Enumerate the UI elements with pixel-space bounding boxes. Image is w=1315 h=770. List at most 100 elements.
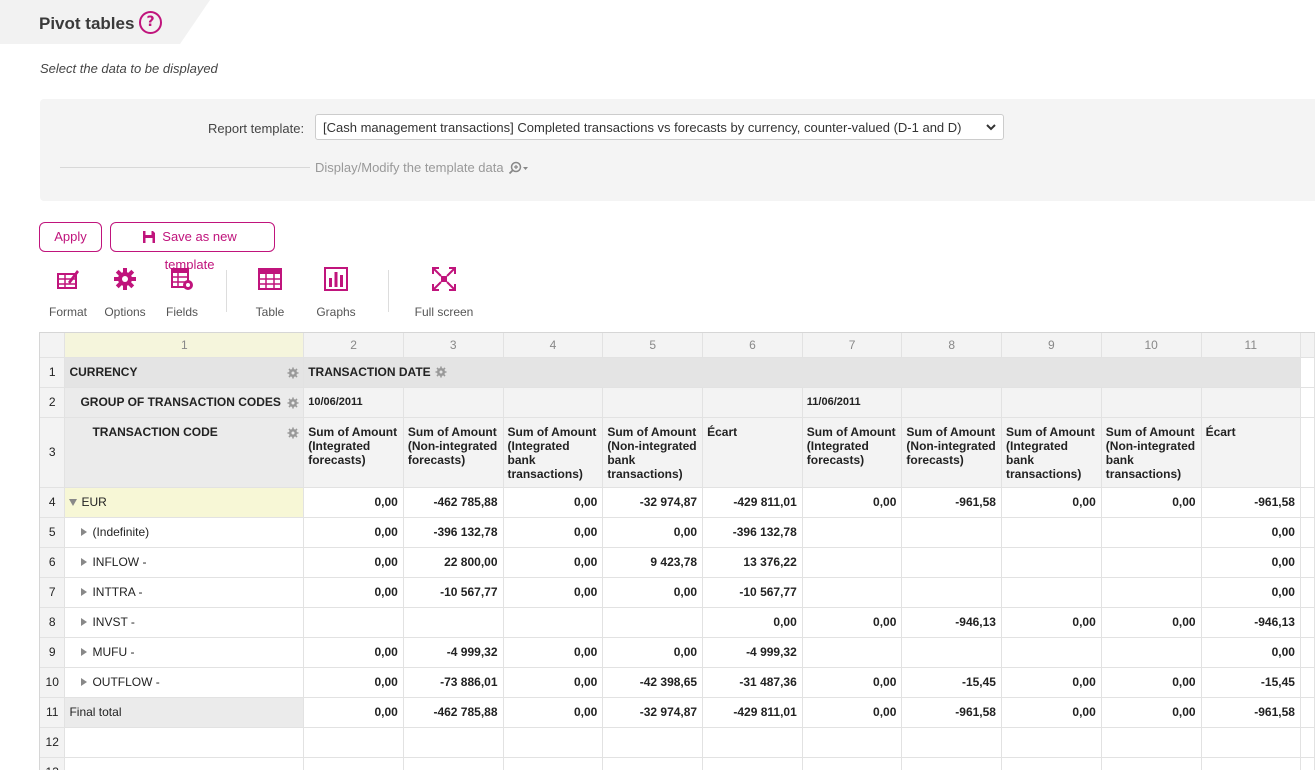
row-label[interactable]: INVST - bbox=[64, 607, 305, 638]
value-cell[interactable]: 0,00 bbox=[602, 517, 704, 548]
save-as-new-template-button[interactable]: Save as new template bbox=[110, 222, 275, 272]
value-cell[interactable]: -946,13 bbox=[1201, 607, 1301, 638]
value-cell[interactable]: -10 567,77 bbox=[702, 577, 803, 608]
column-number[interactable]: 1 bbox=[64, 333, 305, 358]
empty-cell[interactable] bbox=[1201, 727, 1301, 758]
value-cell[interactable] bbox=[1001, 547, 1102, 578]
value-cell[interactable] bbox=[1101, 577, 1202, 608]
gear-icon[interactable] bbox=[287, 427, 299, 439]
value-cell[interactable]: -462 785,88 bbox=[403, 487, 504, 518]
report-template-select[interactable]: [Cash management transactions] Completed… bbox=[315, 114, 1004, 140]
value-cell[interactable] bbox=[1101, 517, 1202, 548]
value-cell[interactable]: 0,00 bbox=[303, 637, 404, 668]
value-cell[interactable]: -15,45 bbox=[1201, 667, 1301, 698]
row-label[interactable]: MUFU - bbox=[64, 637, 305, 668]
column-number[interactable]: 5 bbox=[602, 333, 704, 358]
value-cell[interactable]: 0,00 bbox=[303, 547, 404, 578]
value-cell[interactable]: 0,00 bbox=[503, 667, 604, 698]
row-number[interactable]: 6 bbox=[40, 547, 66, 578]
value-cell[interactable]: 0,00 bbox=[503, 637, 604, 668]
value-cell[interactable]: -429 811,01 bbox=[702, 697, 803, 728]
empty-cell[interactable] bbox=[602, 727, 704, 758]
value-cell[interactable]: -15,45 bbox=[901, 667, 1002, 698]
expand-icon[interactable] bbox=[81, 648, 88, 656]
apply-button[interactable]: Apply bbox=[39, 222, 102, 252]
value-cell[interactable]: -396 132,78 bbox=[702, 517, 803, 548]
value-cell[interactable]: -946,13 bbox=[901, 607, 1002, 638]
fields-tool[interactable]: Fields bbox=[162, 266, 202, 319]
value-cell[interactable] bbox=[901, 517, 1002, 548]
help-icon[interactable]: ? bbox=[139, 11, 162, 34]
empty-cell[interactable] bbox=[1101, 727, 1202, 758]
value-cell[interactable] bbox=[901, 577, 1002, 608]
value-cell[interactable]: 0,00 bbox=[802, 697, 903, 728]
expand-icon[interactable] bbox=[81, 558, 88, 566]
value-cell[interactable]: -961,58 bbox=[1201, 697, 1301, 728]
empty-cell[interactable] bbox=[702, 727, 803, 758]
value-cell[interactable] bbox=[901, 637, 1002, 668]
value-cell[interactable]: 0,00 bbox=[1201, 637, 1301, 668]
value-cell[interactable]: 0,00 bbox=[503, 487, 604, 518]
row-label[interactable]: INTTRA - bbox=[64, 577, 305, 608]
column-number[interactable]: 11 bbox=[1201, 333, 1301, 358]
display-template-data-link[interactable]: Display/Modify the template data bbox=[315, 160, 530, 175]
value-cell[interactable] bbox=[1001, 637, 1102, 668]
empty-cell[interactable] bbox=[64, 727, 305, 758]
empty-cell[interactable] bbox=[303, 757, 404, 770]
empty-cell[interactable] bbox=[503, 757, 604, 770]
value-cell[interactable]: 9 423,78 bbox=[602, 547, 704, 578]
value-cell[interactable]: -396 132,78 bbox=[403, 517, 504, 548]
row-number[interactable]: 10 bbox=[40, 667, 66, 698]
empty-cell[interactable] bbox=[1300, 727, 1315, 758]
empty-cell[interactable] bbox=[403, 727, 504, 758]
column-number[interactable]: 4 bbox=[503, 333, 604, 358]
row-number[interactable]: 5 bbox=[40, 517, 66, 548]
value-cell[interactable]: -961,58 bbox=[901, 487, 1002, 518]
expand-icon[interactable] bbox=[81, 588, 88, 596]
value-cell[interactable]: -31 487,36 bbox=[702, 667, 803, 698]
value-cell[interactable]: 0,00 bbox=[303, 577, 404, 608]
value-cell[interactable]: -32 974,87 bbox=[602, 697, 704, 728]
options-tool[interactable]: Options bbox=[102, 266, 148, 319]
column-number[interactable]: 6 bbox=[702, 333, 803, 358]
row-number[interactable]: 4 bbox=[40, 487, 66, 518]
row-label[interactable]: (Indefinite) bbox=[64, 517, 305, 548]
pivot-grid[interactable]: 1 2 3 4 5 6 7 8 9 10 11 1 CURRENCY TRANS… bbox=[39, 332, 1315, 770]
value-cell[interactable]: 0,00 bbox=[802, 667, 903, 698]
value-cell[interactable]: 0,00 bbox=[602, 577, 704, 608]
row-number[interactable]: 3 bbox=[40, 417, 66, 488]
value-cell[interactable] bbox=[602, 607, 704, 638]
value-cell[interactable]: 0,00 bbox=[1001, 667, 1102, 698]
value-cell[interactable]: 0,00 bbox=[503, 577, 604, 608]
value-cell[interactable]: 13 376,22 bbox=[702, 547, 803, 578]
column-number[interactable]: 9 bbox=[1001, 333, 1102, 358]
value-cell[interactable]: -429 811,01 bbox=[702, 487, 803, 518]
value-cell[interactable]: 0,00 bbox=[1101, 697, 1202, 728]
column-number[interactable]: 7 bbox=[802, 333, 903, 358]
value-cell[interactable]: 0,00 bbox=[702, 607, 803, 638]
value-cell[interactable]: 0,00 bbox=[503, 697, 604, 728]
value-cell[interactable]: 0,00 bbox=[1201, 577, 1301, 608]
value-cell[interactable]: 0,00 bbox=[1101, 667, 1202, 698]
collapse-icon[interactable] bbox=[69, 499, 78, 506]
value-cell[interactable]: -961,58 bbox=[1201, 487, 1301, 518]
expand-icon[interactable] bbox=[81, 528, 88, 536]
value-cell[interactable] bbox=[403, 607, 504, 638]
value-cell[interactable]: 0,00 bbox=[1101, 487, 1202, 518]
empty-cell[interactable] bbox=[1201, 757, 1301, 770]
row-number[interactable]: 11 bbox=[40, 697, 66, 728]
format-tool[interactable]: Format bbox=[48, 266, 88, 319]
final-total-label[interactable]: Final total bbox=[64, 697, 305, 728]
column-number[interactable]: 8 bbox=[901, 333, 1002, 358]
value-cell[interactable]: 0,00 bbox=[1001, 607, 1102, 638]
value-cell[interactable]: 0,00 bbox=[303, 517, 404, 548]
gear-icon[interactable] bbox=[287, 367, 299, 379]
expand-icon[interactable] bbox=[81, 618, 88, 626]
value-cell[interactable]: 22 800,00 bbox=[403, 547, 504, 578]
row-number[interactable]: 12 bbox=[40, 727, 66, 758]
value-cell[interactable] bbox=[802, 637, 903, 668]
value-cell[interactable] bbox=[1101, 637, 1202, 668]
transaction-date-field-header[interactable]: TRANSACTION DATE bbox=[303, 357, 1301, 388]
value-cell[interactable]: 0,00 bbox=[602, 637, 704, 668]
value-cell[interactable]: 0,00 bbox=[503, 547, 604, 578]
